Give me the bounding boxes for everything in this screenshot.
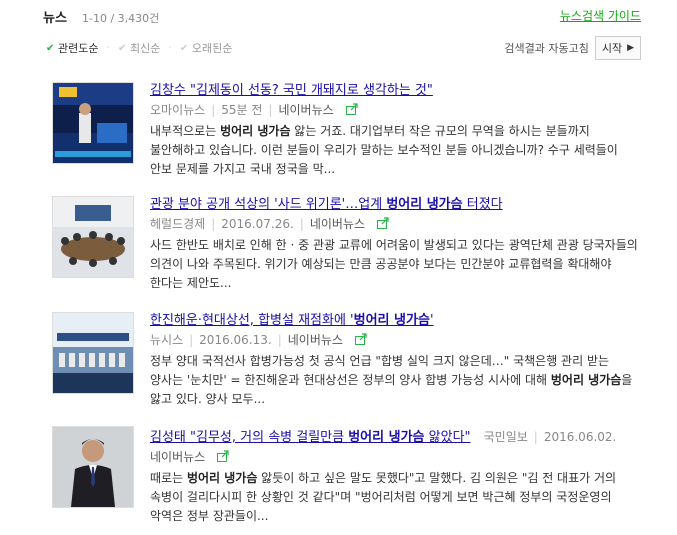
news-source[interactable]: 뉴시스 bbox=[150, 333, 183, 347]
check-icon: ✔ bbox=[179, 42, 189, 54]
sort-oldest[interactable]: ✔ 오래된순 bbox=[180, 40, 232, 56]
news-thumbnail[interactable] bbox=[52, 196, 134, 278]
news-search-guide-link[interactable]: 뉴스검색 가이드 bbox=[560, 7, 641, 24]
auto-refresh: 검색결과 자동고침 시작 ▶ bbox=[504, 36, 641, 60]
check-icon: ✔ bbox=[46, 42, 55, 54]
news-summary: 정부 양대 국적선사 합병가능성 첫 공식 언급 "합병 실익 크지 않은데…"… bbox=[150, 353, 633, 406]
play-icon: ▶ bbox=[627, 43, 634, 53]
news-meta: 오마이뉴스 | 55분 전 | 네이버뉴스 bbox=[150, 101, 641, 120]
naver-news-link[interactable]: 네이버뉴스 bbox=[150, 450, 205, 464]
news-time: 2016.06.02. bbox=[543, 430, 617, 444]
news-title-link[interactable]: 김성태 "김무성, 거의 속병 걸릴만큼 벙어리 냉가슴 앓았다" bbox=[150, 430, 471, 445]
naver-news-link[interactable]: 네이버뉴스 bbox=[310, 217, 365, 231]
news-time: 2016.06.13. bbox=[199, 333, 272, 347]
news-title-link[interactable]: 관광 분야 공개 석상의 '사드 위기론'…업계 벙어리 냉가슴 터졌다 bbox=[150, 196, 641, 214]
share-icon[interactable] bbox=[345, 102, 359, 120]
share-icon[interactable] bbox=[217, 449, 230, 467]
section-title: 뉴스 bbox=[43, 11, 67, 26]
sort-bar: ✔ 관련도순 · ✔ 최신순 · ✔ 오래된순 검색결과 자동고침 시작 ▶ bbox=[46, 36, 641, 62]
news-thumbnail[interactable] bbox=[52, 426, 134, 508]
sort-latest[interactable]: ✔ 최신순 bbox=[118, 40, 160, 56]
news-meta-line2: 네이버뉴스 bbox=[150, 448, 641, 467]
ship-fleet-icon bbox=[53, 313, 133, 393]
news-meta: 국민일보 | 2016.06.02. bbox=[483, 430, 617, 444]
check-icon: ✔ bbox=[117, 42, 127, 54]
news-summary: 내부적으로는 벙어리 냉가슴 앓는 거죠. 대기업부터 작은 규모의 무역을 하… bbox=[150, 123, 618, 176]
auto-refresh-start-button[interactable]: 시작 ▶ bbox=[594, 36, 641, 60]
naver-news-link[interactable]: 네이버뉴스 bbox=[278, 103, 333, 117]
news-source[interactable]: 헤럴드경제 bbox=[150, 217, 205, 231]
news-time: 55분 전 bbox=[221, 103, 263, 117]
news-thumbnail[interactable] bbox=[52, 312, 134, 394]
share-icon[interactable] bbox=[354, 332, 368, 350]
results-header: 뉴스 1-10 / 3,430건 뉴스검색 가이드 bbox=[43, 7, 641, 27]
news-title-link[interactable]: 김창수 "김제동이 선동? 국민 개돼지로 생각하는 것" bbox=[150, 82, 641, 100]
news-summary: 때로는 벙어리 냉가슴 앓듯이 하고 싶은 말도 못했다"고 말했다. 김 의원… bbox=[150, 470, 617, 523]
news-source[interactable]: 국민일보 bbox=[484, 430, 528, 444]
share-icon[interactable] bbox=[376, 216, 390, 234]
meeting-room-icon bbox=[53, 197, 133, 277]
politician-portrait-icon bbox=[53, 427, 133, 507]
news-time: 2016.07.26. bbox=[221, 217, 294, 231]
news-source[interactable]: 오마이뉴스 bbox=[150, 103, 205, 117]
auto-refresh-label: 검색결과 자동고침 bbox=[504, 42, 589, 55]
result-count: 1-10 / 3,430건 bbox=[82, 12, 160, 25]
conference-stage-icon bbox=[53, 83, 133, 163]
news-thumbnail[interactable] bbox=[52, 82, 134, 164]
news-meta: 헤럴드경제 | 2016.07.26. | 네이버뉴스 bbox=[150, 215, 641, 234]
news-meta: 뉴시스 | 2016.06.13. | 네이버뉴스 bbox=[150, 331, 641, 350]
sort-relevance[interactable]: ✔ 관련도순 bbox=[46, 40, 98, 56]
news-summary: 사드 한반도 배치로 인해 한 · 중 관광 교류에 어려움이 발생되고 있다는… bbox=[150, 237, 638, 290]
news-title-link[interactable]: 한진해운·현대상선, 합병설 재점화에 '벙어리 냉가슴' bbox=[150, 312, 641, 330]
naver-news-link[interactable]: 네이버뉴스 bbox=[288, 333, 343, 347]
